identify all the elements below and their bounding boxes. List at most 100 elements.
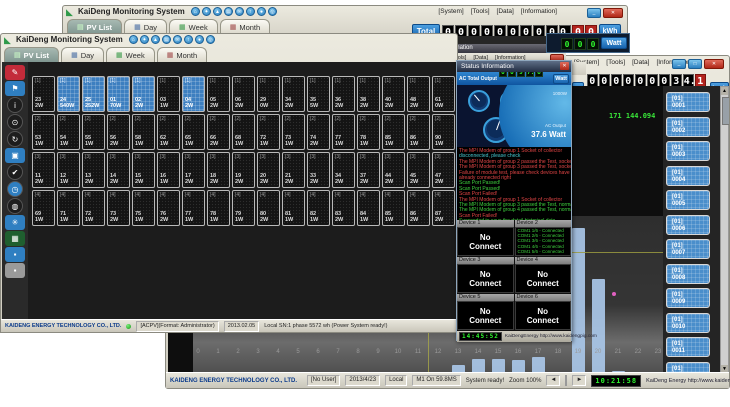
close-button[interactable]: ✕ bbox=[560, 62, 569, 70]
help-icon[interactable]: ◎ bbox=[268, 7, 277, 16]
pv-cell-86[interactable]: [2]861W bbox=[407, 114, 430, 150]
pv-cell-78[interactable]: [2]781W bbox=[357, 114, 380, 150]
device-status-2[interactable]: COM1 1/6 - ConnectedCOM1 2/6 - Connected… bbox=[515, 227, 572, 256]
pv-cell-14[interactable]: [3]142W bbox=[107, 152, 130, 188]
tab-week[interactable]: ▦Week bbox=[106, 47, 155, 63]
pen-tool-icon[interactable]: ✎ bbox=[5, 65, 25, 80]
window-icon[interactable]: ▣ bbox=[5, 148, 25, 163]
layout-icon[interactable]: ▤ bbox=[162, 35, 171, 44]
pv-cell-86[interactable]: [4]862W bbox=[407, 190, 430, 226]
snowflake-icon[interactable]: ✳ bbox=[5, 215, 25, 230]
pv-cell-53[interactable]: [2]531W bbox=[32, 114, 55, 150]
titlebar[interactable]: ◣ KaiDeng Monitoring System ⌂✦▲▤✉↑●◎ [Sy… bbox=[63, 6, 627, 19]
device-status-3[interactable]: NoConnect bbox=[457, 264, 514, 293]
pv-cell-47[interactable]: [3]472W bbox=[432, 152, 455, 188]
clock-icon[interactable]: ◷ bbox=[7, 181, 23, 197]
pv-cell-06[interactable]: [1]062W bbox=[232, 76, 255, 112]
pv-cell-05[interactable]: [1]052W bbox=[207, 76, 230, 112]
device-status-1[interactable]: NoConnect bbox=[457, 227, 514, 256]
record-icon[interactable]: ● bbox=[195, 35, 204, 44]
flag-icon[interactable]: ⚑ bbox=[5, 81, 25, 96]
h-scroll-left[interactable]: ◄ bbox=[546, 375, 560, 386]
pv-cell-73[interactable]: [4]732W bbox=[107, 190, 130, 226]
tab-day[interactable]: ▦Day bbox=[61, 47, 104, 63]
pv-cell-62[interactable]: [2]621W bbox=[157, 114, 180, 150]
pv-cell-76[interactable]: [4]762W bbox=[157, 190, 180, 226]
titlebar[interactable]: Status Information ✕ bbox=[457, 61, 571, 72]
pv-cell-37[interactable]: [3]372W bbox=[357, 152, 380, 188]
upload-icon[interactable]: ↑ bbox=[184, 35, 193, 44]
menu-item-data[interactable]: [Data] bbox=[632, 59, 649, 66]
home-icon[interactable]: ⌂ bbox=[129, 35, 138, 44]
pv-cell-34[interactable]: [1]342W bbox=[282, 76, 305, 112]
pv-cell-69[interactable]: [4]691W bbox=[32, 190, 55, 226]
pv-cell-17[interactable]: [3]172W bbox=[182, 152, 205, 188]
home-icon[interactable]: ⌂ bbox=[191, 7, 200, 16]
pv-button-0010[interactable]: [01]0010 bbox=[666, 313, 710, 333]
pv-cell-77[interactable]: [4]771W bbox=[182, 190, 205, 226]
pv-cell-78[interactable]: [4]781W bbox=[207, 190, 230, 226]
pv-button-0011[interactable]: [01]0011 bbox=[666, 337, 710, 357]
pv-cell-87[interactable]: [4]872W bbox=[432, 190, 455, 226]
pv-cell-82[interactable]: [4]821W bbox=[307, 190, 330, 226]
pv-cell-23[interactable]: [1]232W bbox=[32, 76, 55, 112]
pv-cell-65[interactable]: [2]651W bbox=[182, 114, 205, 150]
minimize-button[interactable]: _ bbox=[587, 8, 601, 18]
device-status-6[interactable]: NoConnect bbox=[515, 301, 572, 330]
titlebar[interactable]: ◣ KaiDeng Monitoring System ⌂✦▲▤✉↑●◎ bbox=[1, 34, 457, 47]
pv-cell-40[interactable]: [1]402W bbox=[382, 76, 405, 112]
pv-button-0003[interactable]: [01]0003 bbox=[666, 141, 710, 161]
close-button[interactable]: ✕ bbox=[603, 8, 623, 18]
pv-cell-44[interactable]: [3]442W bbox=[382, 152, 405, 188]
pv-cell-48[interactable]: [1]482W bbox=[407, 76, 430, 112]
tab-month[interactable]: ▦Month bbox=[157, 47, 207, 63]
pv-cell-79[interactable]: [4]791W bbox=[232, 190, 255, 226]
device-status-4[interactable]: NoConnect bbox=[515, 264, 572, 293]
data-marker[interactable] bbox=[612, 292, 616, 296]
maximize-button[interactable]: □ bbox=[688, 59, 702, 69]
website-link[interactable]: KaiDeng Energy http://www.kaidengpig.com bbox=[646, 378, 730, 384]
pv-cell-24[interactable]: [1]24540W bbox=[57, 76, 80, 112]
globe-icon[interactable]: ◍ bbox=[7, 198, 23, 214]
panel-gray-icon[interactable]: ▪ bbox=[5, 263, 25, 278]
pv-cell-54[interactable]: [2]541W bbox=[57, 114, 80, 150]
pv-cell-35[interactable]: [1]355W bbox=[307, 76, 330, 112]
chart-bar-h20[interactable] bbox=[592, 279, 605, 374]
pv-cell-36[interactable]: [1]362W bbox=[332, 76, 355, 112]
pv-button-0005[interactable]: [01]0005 bbox=[666, 190, 710, 210]
pv-cell-72[interactable]: [4]721W bbox=[82, 190, 105, 226]
scroll-up-arrow[interactable]: ▲ bbox=[721, 87, 728, 95]
pv-cell-72[interactable]: [2]721W bbox=[257, 114, 280, 150]
pv-button-0007[interactable]: [01]0007 bbox=[666, 239, 710, 259]
mail-icon[interactable]: ✉ bbox=[235, 7, 244, 16]
info-icon[interactable]: i bbox=[7, 97, 23, 113]
device-status-5[interactable]: NoConnect bbox=[457, 301, 514, 330]
help-icon[interactable]: ◎ bbox=[206, 35, 215, 44]
pv-cell-02[interactable]: [1]022W bbox=[132, 76, 155, 112]
pv-cell-58[interactable]: [2]581W bbox=[132, 114, 155, 150]
h-scroll-right[interactable]: ► bbox=[572, 375, 586, 386]
pv-cell-85[interactable]: [4]851W bbox=[382, 190, 405, 226]
pv-cell-38[interactable]: [1]382W bbox=[357, 76, 380, 112]
pv-cell-68[interactable]: [2]681W bbox=[232, 114, 255, 150]
minimize-button[interactable]: _ bbox=[672, 59, 686, 69]
lock-icon[interactable]: ▲ bbox=[213, 7, 222, 16]
pv-cell-34[interactable]: [3]342W bbox=[332, 152, 355, 188]
pv-cell-74[interactable]: [2]742W bbox=[307, 114, 330, 150]
pv-cell-55[interactable]: [2]551W bbox=[82, 114, 105, 150]
pv-cell-80[interactable]: [4]802W bbox=[257, 190, 280, 226]
layout-icon[interactable]: ▤ bbox=[224, 7, 233, 16]
pv-cell-21[interactable]: [3]212W bbox=[282, 152, 305, 188]
website-link[interactable]: KaiDengEnergy http://www.kaidengpig.com bbox=[505, 334, 597, 339]
pv-cell-13[interactable]: [3]132W bbox=[82, 152, 105, 188]
pv-cell-61[interactable]: [1]610W bbox=[432, 76, 455, 112]
pv-cell-11[interactable]: [3]112W bbox=[32, 152, 55, 188]
pv-cell-04[interactable]: [1]042W bbox=[182, 76, 205, 112]
pv-cell-85[interactable]: [2]851W bbox=[382, 114, 405, 150]
menu-item-data[interactable]: [Data] bbox=[497, 8, 514, 15]
pv-cell-20[interactable]: [3]202W bbox=[257, 152, 280, 188]
refresh-icon[interactable]: ↻ bbox=[7, 131, 23, 147]
power-icon[interactable]: ⊙ bbox=[7, 114, 23, 130]
pv-cell-81[interactable]: [4]811W bbox=[282, 190, 305, 226]
pv-cell-12[interactable]: [3]121W bbox=[57, 152, 80, 188]
